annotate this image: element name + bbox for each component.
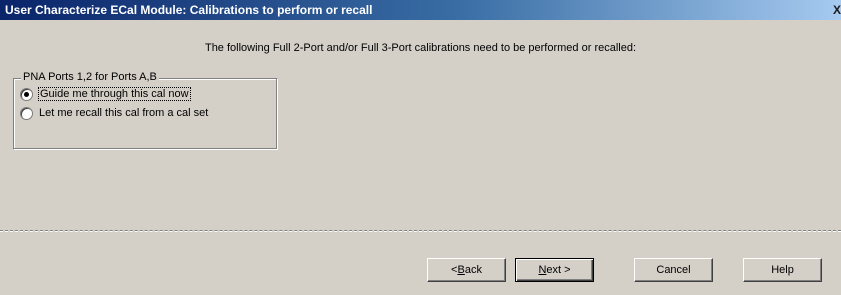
option-label: Guide me through this cal now (38, 87, 191, 101)
port-calibration-group: PNA Ports 1,2 for Ports A,B Guide me thr… (13, 71, 278, 150)
option-label: Let me recall this cal from a cal set (39, 107, 209, 119)
close-icon[interactable]: X (833, 0, 841, 20)
title-bar: User Characterize ECal Module: Calibrati… (0, 0, 841, 20)
next-rest: ext > (546, 264, 571, 276)
back-button[interactable]: < Back (427, 258, 506, 282)
separator-line (0, 230, 841, 232)
radio-button[interactable] (20, 106, 33, 120)
next-mnemonic: N (538, 264, 547, 276)
instruction-text: The following Full 2-Port and/or Full 3-… (204, 42, 637, 54)
back-mnemonic: B (457, 264, 465, 276)
window-title: User Characterize ECal Module: Calibrati… (5, 3, 373, 17)
option-guide-me[interactable]: Guide me through this cal now (20, 86, 191, 102)
option-recall-cal-set[interactable]: Let me recall this cal from a cal set (20, 105, 208, 121)
cancel-button[interactable]: Cancel (634, 258, 713, 282)
help-button[interactable]: Help (743, 258, 822, 282)
next-button[interactable]: Next > (515, 258, 594, 282)
radio-button-selected[interactable] (20, 87, 33, 101)
back-rest: ack (464, 264, 482, 276)
group-legend: PNA Ports 1,2 for Ports A,B (21, 71, 159, 83)
